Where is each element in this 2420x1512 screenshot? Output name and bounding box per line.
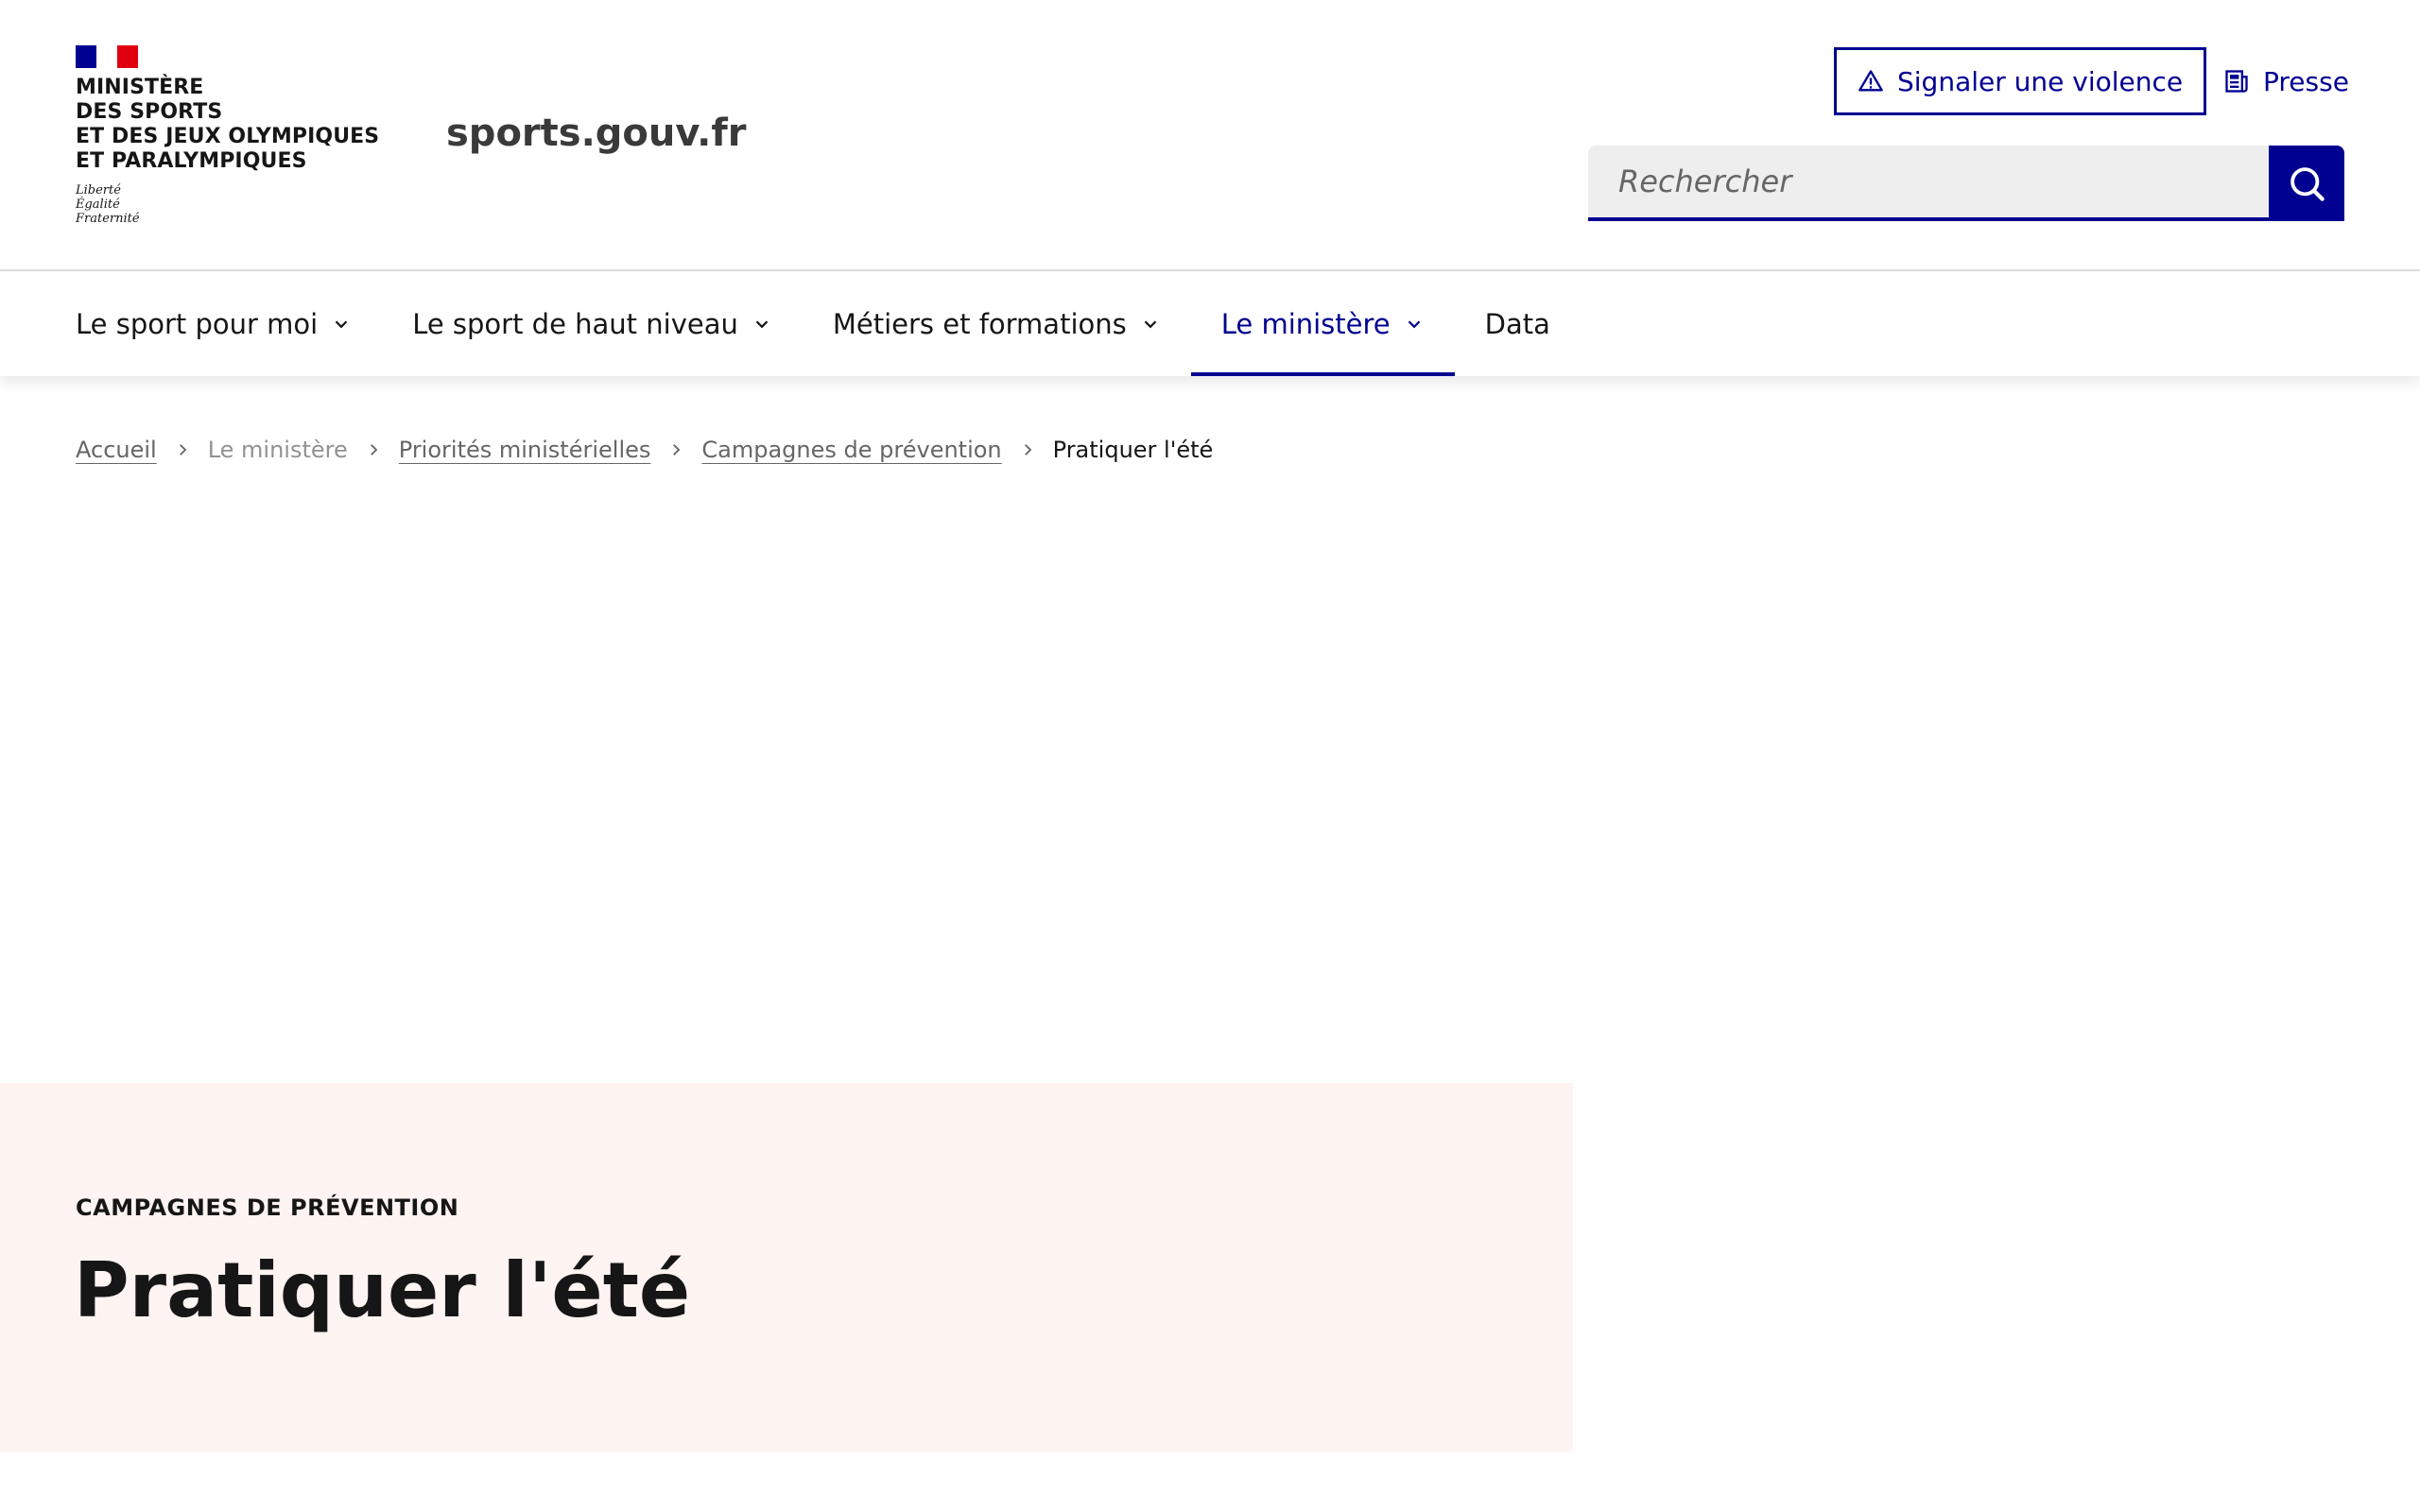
motto-line: Égalité bbox=[76, 198, 120, 212]
page-hero: Campagnes de prévention Pratiquer l'été bbox=[0, 1083, 1573, 1452]
search-icon bbox=[2290, 167, 2325, 201]
nav-item-sport-pour-moi[interactable]: Le sport pour moi bbox=[45, 272, 382, 376]
chevron-right-icon bbox=[1019, 441, 1036, 458]
nav-item-data[interactable]: Data bbox=[1455, 272, 1581, 376]
hero-category: Campagnes de prévention bbox=[76, 1194, 459, 1221]
chevron-down-icon bbox=[755, 320, 769, 329]
motto-line: Liberté bbox=[76, 183, 121, 198]
breadcrumb: Accueil Le ministère Priorités ministéri… bbox=[76, 437, 1213, 463]
breadcrumb-item-ministere: Le ministère bbox=[207, 437, 348, 463]
nav-item-sport-haut-niveau[interactable]: Le sport de haut niveau bbox=[382, 272, 803, 376]
ministry-name: MINISTÈRE DES SPORTS ET DES JEUX OLYMPIQ… bbox=[76, 76, 380, 174]
search-bar bbox=[1588, 146, 2344, 221]
chevron-right-icon bbox=[667, 441, 684, 458]
chevron-down-icon bbox=[1408, 320, 1420, 329]
nav-item-metiers-formations[interactable]: Métiers et formations bbox=[803, 272, 1191, 376]
french-flag-icon bbox=[76, 45, 138, 68]
main-navigation: Le sport pour moi Le sport de haut nivea… bbox=[0, 272, 2420, 376]
republic-motto: Liberté Égalité Fraternité bbox=[76, 183, 378, 226]
ministry-line: ET DES JEUX OLYMPIQUES bbox=[76, 125, 380, 148]
ministry-line: ET PARALYMPIQUES bbox=[76, 149, 307, 173]
press-link[interactable]: Presse bbox=[2223, 47, 2349, 115]
nav-item-label: Métiers et formations bbox=[832, 308, 1127, 340]
newspaper-icon bbox=[2225, 70, 2248, 93]
warning-icon bbox=[1858, 70, 1883, 92]
breadcrumb-item-current: Pratiquer l'été bbox=[1052, 437, 1214, 463]
ministry-logo[interactable]: MINISTÈRE DES SPORTS ET DES JEUX OLYMPIQ… bbox=[76, 45, 380, 226]
breadcrumb-item-priorites[interactable]: Priorités ministérielles bbox=[399, 437, 651, 463]
press-label: Presse bbox=[2263, 65, 2349, 97]
ministry-line: DES SPORTS bbox=[76, 100, 223, 124]
page-title: Pratiquer l'été bbox=[74, 1246, 691, 1334]
nav-item-label: Le sport de haut niveau bbox=[412, 308, 738, 340]
chevron-right-icon bbox=[365, 441, 382, 458]
report-violence-label: Signaler une violence bbox=[1897, 65, 2184, 97]
breadcrumb-item-campagnes[interactable]: Campagnes de prévention bbox=[701, 437, 1001, 463]
chevron-right-icon bbox=[174, 441, 191, 458]
search-button[interactable] bbox=[2269, 146, 2344, 221]
chevron-down-icon bbox=[335, 320, 348, 329]
nav-item-ministere[interactable]: Le ministère bbox=[1190, 272, 1455, 376]
motto-line: Fraternité bbox=[76, 212, 140, 226]
breadcrumb-item-accueil[interactable]: Accueil bbox=[76, 437, 157, 463]
search-input[interactable] bbox=[1588, 146, 2269, 221]
chevron-down-icon bbox=[1144, 320, 1157, 329]
nav-item-label: Le sport pour moi bbox=[76, 308, 319, 340]
nav-item-label: Data bbox=[1484, 308, 1550, 340]
nav-item-label: Le ministère bbox=[1220, 308, 1391, 340]
site-name[interactable]: sports.gouv.fr bbox=[446, 112, 747, 155]
report-violence-button[interactable]: Signaler une violence bbox=[1834, 47, 2206, 115]
ministry-line: MINISTÈRE bbox=[76, 76, 204, 99]
site-header: MINISTÈRE DES SPORTS ET DES JEUX OLYMPIQ… bbox=[0, 0, 2420, 271]
